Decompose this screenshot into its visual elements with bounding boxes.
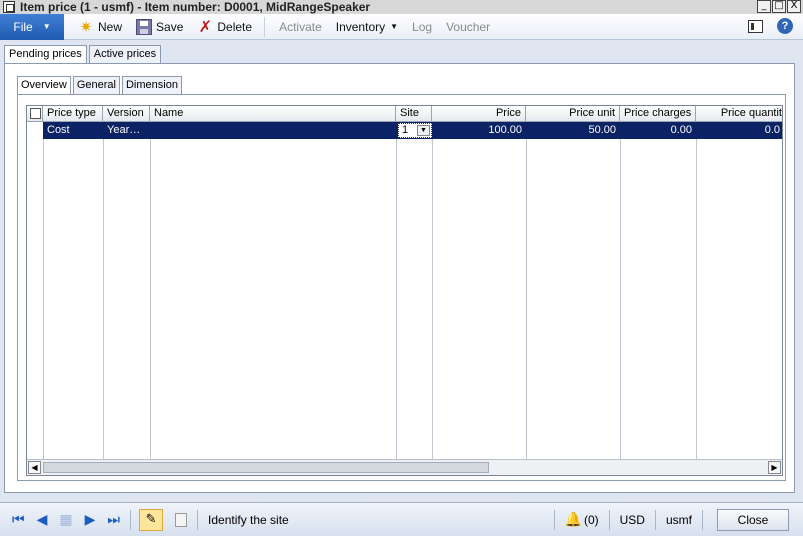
cell-price-quantity[interactable]: 0.0 (696, 122, 782, 139)
column-divider (396, 122, 397, 459)
chevron-down-icon: ▼ (42, 22, 51, 31)
scroll-thumb[interactable] (43, 462, 489, 473)
save-button[interactable]: Save (136, 14, 183, 40)
cell-price[interactable]: 100.00 (432, 122, 526, 139)
previous-record-icon[interactable]: ◀ (37, 512, 48, 528)
header-site[interactable]: Site (396, 106, 432, 122)
company-label: usmf (665, 513, 692, 527)
first-record-icon[interactable]: ⏮ (12, 512, 25, 528)
caret-down-icon: ▼ (390, 22, 399, 31)
site-dropdown[interactable]: 1 ▼ (398, 123, 432, 138)
save-label: Save (156, 19, 184, 34)
header-version[interactable]: Version (103, 106, 150, 122)
close-button[interactable]: Close (717, 509, 789, 531)
select-all-header (27, 106, 43, 122)
notification-count[interactable]: (0) (584, 513, 599, 527)
ribbon-separator (264, 16, 266, 37)
log-button[interactable]: Log (412, 14, 432, 40)
inventory-label: Inventory (335, 19, 386, 34)
cell-price-unit[interactable]: 50.00 (526, 122, 620, 139)
column-divider (696, 122, 697, 459)
layout-panel-icon[interactable] (748, 19, 763, 33)
status-right: 🔔 (0) USD usmf Close (544, 503, 803, 536)
header-price-quantity[interactable]: Price quantit (696, 106, 782, 122)
window-title: Item price (1 - usmf) - Item number: D00… (20, 0, 371, 14)
column-divider (432, 122, 433, 459)
column-divider (526, 122, 527, 459)
window-controls: _ □ X (757, 0, 801, 13)
status-separator (608, 510, 610, 530)
title-bar: Item price (1 - usmf) - Item number: D00… (0, 0, 803, 14)
tab-general[interactable]: General (72, 76, 120, 94)
activate-label: Activate (279, 19, 322, 34)
pencil-icon[interactable]: ✎ (139, 508, 164, 531)
column-divider (43, 122, 44, 459)
minimize-button[interactable]: _ (757, 0, 771, 13)
header-price[interactable]: Price (432, 106, 526, 122)
inventory-menu-button[interactable]: Inventory ▼ (336, 14, 398, 40)
overview-panel: Price type Version Name Site Price Price… (17, 94, 786, 481)
price-grid: Price type Version Name Site Price Price… (26, 105, 783, 476)
delete-button[interactable]: ✗ Delete (197, 14, 252, 40)
bell-icon[interactable]: 🔔 (565, 512, 582, 528)
scroll-right-icon[interactable]: ▶ (768, 461, 781, 474)
column-divider (103, 122, 104, 459)
maximize-button[interactable]: □ (772, 0, 786, 13)
voucher-button[interactable]: Voucher (446, 14, 490, 40)
table-row[interactable]: Cost Year… 1 ▼ 100.00 50.00 0.00 0.0 (43, 122, 782, 139)
ribbon-right-tools: ? (748, 18, 793, 34)
header-price-type[interactable]: Price type (43, 106, 103, 122)
cell-version[interactable]: Year… (103, 122, 150, 139)
inner-tab-strip: Overview General Dimension (17, 76, 184, 95)
select-all-checkbox[interactable] (30, 108, 41, 119)
record-list-icon[interactable]: ▦ (59, 512, 72, 528)
action-pane: File ▼ ✷ New Save ✗ Delete Activate Inve… (0, 13, 803, 40)
delete-label: Delete (217, 19, 253, 34)
status-bar: ⏮ ◀ ▦ ▶ ⏭ ✎ Identify the site 🔔 (0) USD … (0, 502, 803, 536)
outer-tab-strip: Pending prices Active prices (4, 45, 163, 64)
help-icon[interactable]: ? (777, 18, 793, 34)
next-record-icon[interactable]: ▶ (85, 512, 96, 528)
red-x-icon: ✗ (198, 16, 213, 36)
status-separator (130, 509, 132, 530)
file-menu-button[interactable]: File ▼ (0, 13, 64, 40)
pending-prices-panel: Overview General Dimension Price type Ve… (4, 63, 795, 493)
column-divider (150, 122, 151, 459)
site-value: 1 (402, 124, 409, 136)
app-window-icon (3, 1, 15, 13)
status-separator (197, 509, 199, 530)
status-separator (654, 510, 656, 530)
new-label: New (98, 19, 123, 34)
activate-button[interactable]: Activate (279, 14, 322, 40)
chevron-down-icon[interactable]: ▼ (417, 125, 430, 136)
last-record-icon[interactable]: ⏭ (107, 512, 120, 528)
status-message: Identify the site (208, 512, 289, 527)
horizontal-scrollbar[interactable]: ◀ ▶ (27, 459, 782, 475)
tab-active-prices[interactable]: Active prices (88, 45, 162, 63)
scroll-left-icon[interactable]: ◀ (28, 461, 41, 474)
column-divider (620, 122, 621, 459)
new-button[interactable]: ✷ New (78, 14, 122, 40)
cell-name[interactable] (150, 122, 396, 139)
currency-label: USD (619, 513, 645, 527)
voucher-label: Voucher (446, 19, 491, 34)
tab-pending-prices[interactable]: Pending prices (4, 45, 87, 64)
cell-price-type[interactable]: Cost (43, 122, 103, 139)
header-price-unit[interactable]: Price unit (526, 106, 620, 122)
sun-icon: ✷ (79, 17, 93, 36)
status-separator (553, 510, 555, 530)
status-separator (702, 510, 703, 530)
tab-overview[interactable]: Overview (17, 76, 71, 95)
floppy-disk-icon (136, 18, 153, 35)
cell-price-charges[interactable]: 0.00 (620, 122, 696, 139)
attachment-icon[interactable] (175, 512, 188, 527)
grid-header: Price type Version Name Site Price Price… (27, 106, 782, 122)
header-name[interactable]: Name (150, 106, 396, 122)
header-price-charges[interactable]: Price charges (620, 106, 696, 122)
tab-dimension[interactable]: Dimension (121, 76, 182, 94)
file-label: File (13, 19, 33, 34)
close-window-button[interactable]: X (787, 0, 801, 13)
log-label: Log (412, 19, 433, 34)
